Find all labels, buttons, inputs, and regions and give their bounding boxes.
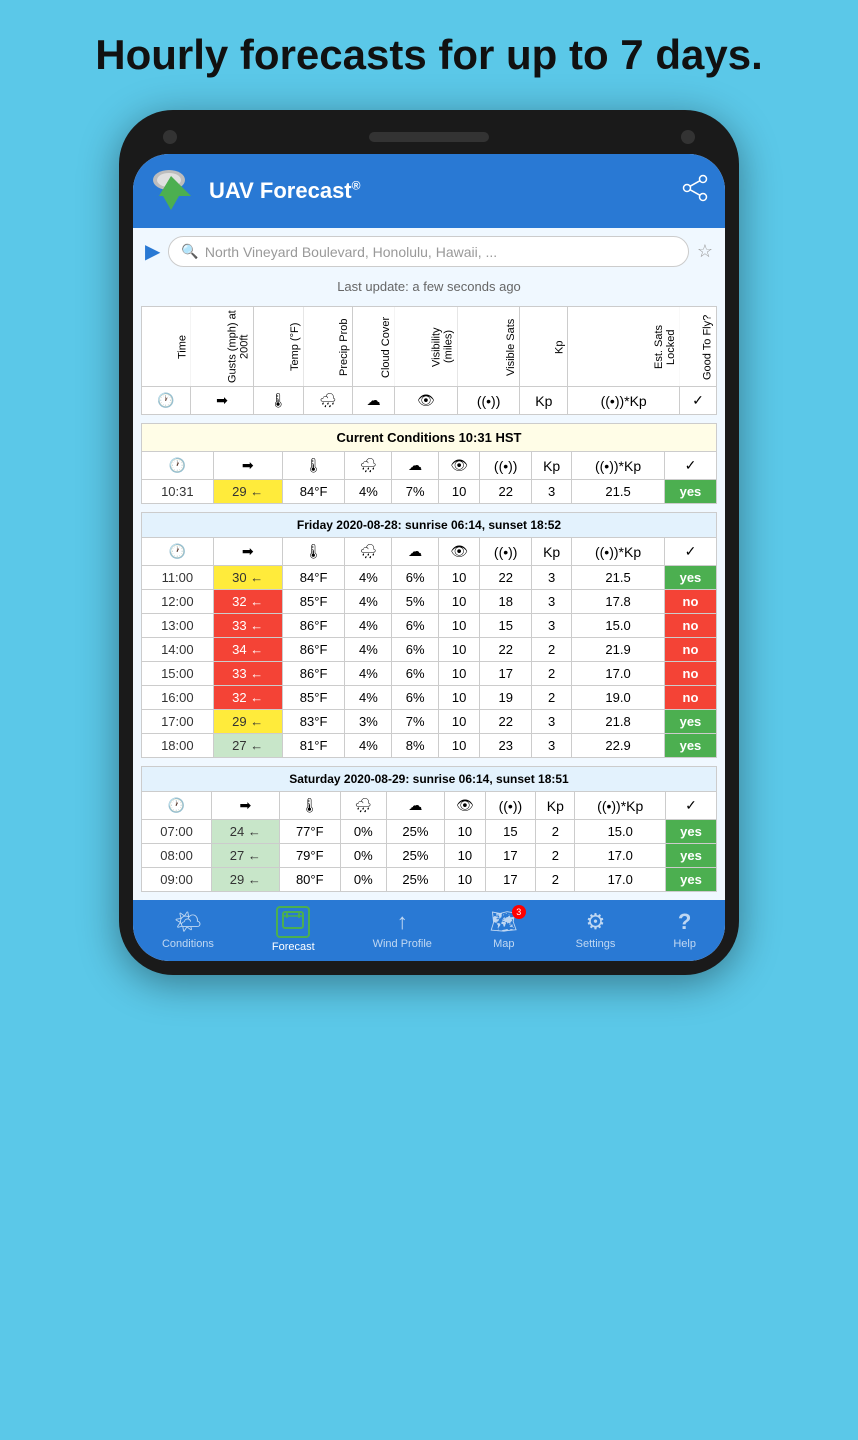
- table-row: 18:0027 ←81°F4%8%1023322.9yes: [142, 734, 717, 758]
- table-row: 12:0032 ←85°F4%5%1018317.8no: [142, 590, 717, 614]
- nav-forecast[interactable]: Forecast: [272, 906, 315, 953]
- search-location-text: North Vineyard Boulevard, Honolulu, Hawa…: [205, 244, 497, 260]
- nav-conditions[interactable]: 🌤 Conditions: [162, 909, 214, 950]
- forecast-header-table: Time Gusts (mph) at 200ft Temp (°F) Prec…: [141, 306, 717, 415]
- table-row: 17:0029 ←83°F3%7%1022321.8yes: [142, 710, 717, 734]
- icon-visibility: 👁: [394, 387, 457, 415]
- search-icon: 🔍: [181, 243, 198, 260]
- icon-precip: 🌧: [303, 387, 353, 415]
- app-header-left: UAV Forecast®: [149, 166, 360, 216]
- front-camera-left: [163, 130, 177, 144]
- hero-text: Hourly forecasts for up to 7 days.: [55, 30, 803, 80]
- bottom-nav: 🌤 Conditions Forecast ↑ Wind Profile: [133, 900, 725, 961]
- col-kp: Kp: [520, 307, 568, 387]
- col-gusts: Gusts (mph) at 200ft: [190, 307, 253, 387]
- saturday-table: Saturday 2020-08-29: sunrise 06:14, suns…: [141, 766, 717, 892]
- phone-device: UAV Forecast® ▶ 🔍 North Vineyard Bouleva…: [119, 110, 739, 975]
- map-badge: 3: [512, 905, 526, 919]
- nav-wind-profile[interactable]: ↑ Wind Profile: [373, 909, 432, 950]
- favorite-icon[interactable]: ☆: [697, 241, 713, 262]
- app-header: UAV Forecast®: [133, 154, 725, 228]
- table-row: 13:0033 ←86°F4%6%1015315.0no: [142, 614, 717, 638]
- col-good-to-fly: Good To Fly?: [679, 307, 716, 387]
- icon-cloud: ☁: [353, 387, 394, 415]
- icon-time: 🕐: [142, 387, 191, 415]
- phone-screen: UAV Forecast® ▶ 🔍 North Vineyard Bouleva…: [133, 154, 725, 961]
- col-time: Time: [142, 307, 191, 387]
- wind-profile-icon: ↑: [397, 909, 408, 935]
- current-data-row: 10:31 29 ← 84°F 4% 7% 10 22 3 21.5 yes: [142, 480, 717, 504]
- icon-good-to-fly: ✓: [679, 387, 716, 415]
- column-headers-row: Time Gusts (mph) at 200ft Temp (°F) Prec…: [142, 307, 717, 387]
- nav-map-label: Map: [493, 938, 514, 950]
- nav-conditions-label: Conditions: [162, 938, 214, 950]
- current-icon-row: 🕐➡🌡🌧☁👁((•))Kp((•))*Kp✓: [142, 452, 717, 480]
- table-row: 11:0030 ←84°F4%6%1022321.5yes: [142, 566, 717, 590]
- icon-wind: ➡: [190, 387, 253, 415]
- col-cloud: Cloud Cover: [353, 307, 394, 387]
- friday-table: Friday 2020-08-28: sunrise 06:14, sunset…: [141, 512, 717, 758]
- app-title: UAV Forecast®: [209, 178, 360, 204]
- saturday-header: Saturday 2020-08-29: sunrise 06:14, suns…: [142, 767, 717, 792]
- search-box[interactable]: 🔍 North Vineyard Boulevard, Honolulu, Ha…: [168, 236, 688, 267]
- nav-settings[interactable]: ⚙ Settings: [576, 909, 616, 950]
- col-sats: Visible Sats: [457, 307, 519, 387]
- icon-kp: Kp: [520, 387, 568, 415]
- share-icon[interactable]: [681, 174, 709, 209]
- nav-settings-label: Settings: [576, 938, 616, 950]
- saturday-icon-row: 🕐➡🌡🌧☁👁((•))Kp((•))*Kp✓: [142, 792, 717, 820]
- map-icon: 🗺 3: [490, 909, 518, 935]
- nav-forecast-label: Forecast: [272, 941, 315, 953]
- table-row: 07:0024 ←77°F0%25%1015215.0yes: [142, 820, 717, 844]
- front-camera-right: [681, 130, 695, 144]
- phone-speaker: [369, 132, 489, 142]
- table-row: 15:0033 ←86°F4%6%1017217.0no: [142, 662, 717, 686]
- nav-map[interactable]: 🗺 3 Map: [490, 909, 518, 950]
- location-icon[interactable]: ▶: [145, 239, 160, 264]
- friday-icon-row: 🕐➡🌡🌧☁👁((•))Kp((•))*Kp✓: [142, 538, 717, 566]
- conditions-icon: 🌤: [174, 909, 202, 935]
- app-logo: [149, 166, 199, 216]
- last-update-text: Last update: a few seconds ago: [133, 275, 725, 298]
- forecast-icon: [276, 906, 310, 938]
- friday-header: Friday 2020-08-28: sunrise 06:14, sunset…: [142, 513, 717, 538]
- search-area: ▶ 🔍 North Vineyard Boulevard, Honolulu, …: [133, 228, 725, 275]
- col-est-sats: Est. Sats Locked: [568, 307, 679, 387]
- col-precip: Precip Prob: [303, 307, 353, 387]
- nav-help[interactable]: ? Help: [673, 909, 696, 950]
- icon-sats: ((•)): [457, 387, 519, 415]
- col-temp: Temp (°F): [254, 307, 304, 387]
- col-visibility: Visibility (miles): [394, 307, 457, 387]
- table-row: 14:0034 ←86°F4%6%1022221.9no: [142, 638, 717, 662]
- column-icons-row: 🕐 ➡ 🌡 🌧 ☁ 👁 ((•)) Kp ((•))*Kp ✓: [142, 387, 717, 415]
- phone-notch: [133, 130, 725, 154]
- forecast-content: Time Gusts (mph) at 200ft Temp (°F) Prec…: [133, 298, 725, 900]
- icon-temp: 🌡: [254, 387, 304, 415]
- settings-icon: ⚙: [586, 909, 606, 935]
- table-row: 16:0032 ←85°F4%6%1019219.0no: [142, 686, 717, 710]
- help-icon: ?: [678, 909, 691, 935]
- table-row: 08:0027 ←79°F0%25%1017217.0yes: [142, 844, 717, 868]
- table-row: 09:0029 ←80°F0%25%1017217.0yes: [142, 868, 717, 892]
- nav-help-label: Help: [673, 938, 696, 950]
- nav-wind-label: Wind Profile: [373, 938, 432, 950]
- current-conditions-table: Current Conditions 10:31 HST 🕐➡🌡🌧☁👁((•))…: [141, 423, 717, 504]
- icon-est-sats: ((•))*Kp: [568, 387, 679, 415]
- current-conditions-header: Current Conditions 10:31 HST: [142, 424, 717, 452]
